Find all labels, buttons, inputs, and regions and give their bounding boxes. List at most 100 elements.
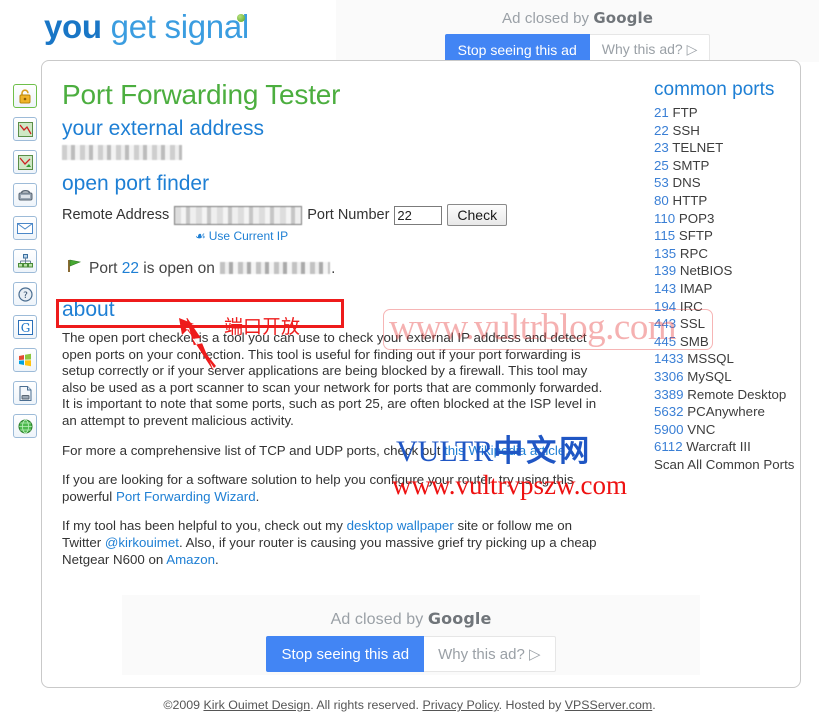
common-port-item[interactable]: 5900 VNC — [654, 421, 814, 439]
about-paragraph-3: If you are looking for a software soluti… — [62, 472, 607, 505]
common-port-name: SMTP — [668, 157, 710, 173]
port-forwarding-wizard-link[interactable]: Port Forwarding Wizard — [116, 489, 256, 504]
common-port-name: Warcraft III — [682, 439, 751, 455]
scan-all-common-ports-link[interactable]: Scan All Common Ports — [654, 456, 814, 474]
rail-item-chart-down[interactable] — [13, 117, 37, 141]
common-port-name: NetBIOS — [676, 263, 733, 279]
common-port-item[interactable]: 5632 PCAnywhere — [654, 403, 814, 421]
result-port-number: 22 — [121, 259, 139, 277]
logo-signal: signal — [164, 8, 250, 45]
footer-hosted-by: . Hosted by — [498, 698, 565, 712]
rail-item-envelope[interactable] — [13, 216, 37, 240]
open-port-finder-heading: open port finder — [62, 172, 210, 195]
rail-item-help[interactable]: ? — [13, 282, 37, 306]
result-prefix: Port — [89, 259, 122, 277]
annotation-chinese-note: 端口开放 — [224, 316, 301, 338]
result-suffix: . — [331, 259, 336, 277]
common-port-name: MSSQL — [683, 351, 734, 367]
about-heading: about — [62, 298, 115, 321]
common-port-item[interactable]: 25 SMTP — [654, 157, 814, 175]
common-port-item[interactable]: 21 FTP — [654, 104, 814, 122]
wikipedia-article-link[interactable]: this Wikipedia article — [444, 443, 565, 458]
common-ports-heading: common ports — [654, 79, 775, 100]
port-number-input[interactable] — [394, 205, 443, 225]
footer-host-link[interactable]: VPSServer.com — [565, 698, 652, 712]
common-port-name: MySQL — [683, 368, 732, 384]
common-port-number: 25 — [654, 157, 669, 173]
remote-address-label: Remote Address — [62, 207, 170, 223]
logo-dot-icon — [236, 14, 245, 22]
common-port-number: 80 — [654, 192, 669, 208]
footer-period: . — [652, 698, 656, 712]
rail-item-globe[interactable] — [13, 414, 37, 438]
remote-address-input[interactable] — [174, 205, 303, 225]
google-icon: G — [17, 319, 33, 335]
common-port-item[interactable]: 110 POP3 — [654, 210, 814, 228]
desktop-wallpaper-link[interactable]: desktop wallpaper — [347, 518, 454, 533]
rail-item-google[interactable]: G — [13, 315, 37, 339]
common-port-item[interactable]: 53 DNS — [654, 174, 814, 192]
p4-pre: If my tool has been helpful to you, chec… — [62, 518, 347, 534]
common-port-item[interactable]: 135 RPC — [654, 245, 814, 263]
common-port-number: 5900 — [654, 421, 684, 437]
site-logo[interactable]: you get signal — [44, 8, 249, 46]
common-port-item[interactable]: 445 SMB — [654, 333, 814, 351]
check-button[interactable]: Check — [447, 204, 508, 226]
common-port-item[interactable]: 139 NetBIOS — [654, 262, 814, 280]
windows-icon — [18, 353, 32, 367]
common-port-number: 6112 — [654, 439, 683, 455]
common-port-item[interactable]: 115 SFTP — [654, 227, 814, 245]
common-port-name: SSH — [668, 122, 700, 138]
common-port-item[interactable]: 194 IRC — [654, 298, 814, 316]
ad-closed-prefix-top: Ad closed by — [502, 10, 594, 27]
common-port-number: 5632 — [654, 404, 684, 420]
common-port-number: 115 — [654, 228, 676, 244]
common-port-number: 3306 — [654, 368, 684, 384]
google-wordmark-top: Google — [593, 9, 653, 27]
footer-copyright: ©2009 — [163, 698, 204, 712]
stop-seeing-ad-button-bottom[interactable]: Stop seeing this ad — [266, 636, 425, 672]
common-port-number: 443 — [654, 316, 677, 332]
common-ports-panel: common ports 21 FTP 22 SSH 23 TELNET 25 SMT… — [654, 79, 814, 473]
common-port-number: 445 — [654, 333, 677, 349]
rail-item-padlock[interactable] — [13, 84, 37, 108]
svg-text:?: ? — [23, 291, 28, 301]
chart-down-icon — [17, 121, 33, 137]
external-address-heading: your external address — [62, 117, 264, 140]
result-middle: is open on — [138, 259, 220, 277]
common-port-item[interactable]: 6112 Warcraft III — [654, 438, 814, 456]
flag-icon: ☙ — [195, 229, 206, 243]
amazon-link[interactable]: Amazon — [166, 552, 215, 567]
rail-item-phone[interactable] — [13, 183, 37, 207]
common-port-number: 23 — [654, 140, 669, 156]
common-port-item[interactable]: 443 SSL — [654, 315, 814, 333]
why-this-ad-button-bottom[interactable]: Why this ad? ▷ — [424, 636, 556, 672]
common-port-number: 53 — [654, 175, 669, 191]
footer-privacy-link[interactable]: Privacy Policy — [422, 698, 498, 712]
rail-item-document[interactable] — [13, 381, 37, 405]
common-port-item[interactable]: 1433 MSSQL — [654, 350, 814, 368]
common-port-name: SMB — [676, 333, 709, 349]
common-port-name: TELNET — [668, 140, 724, 156]
common-port-item[interactable]: 80 HTTP — [654, 192, 814, 210]
common-port-item[interactable]: 3389 Remote Desktop — [654, 386, 814, 404]
rail-item-chart-share[interactable] — [13, 150, 37, 174]
footer-design-link[interactable]: Kirk Ouimet Design — [203, 698, 310, 712]
result-ip-redacted — [220, 261, 331, 274]
twitter-handle-link[interactable]: @kirkouimet — [105, 535, 179, 550]
common-port-item[interactable]: 23 TELNET — [654, 139, 814, 157]
use-current-ip-row: ☙ Use Current IP — [195, 229, 607, 243]
port-finder-form: Remote Address Port Number Check — [62, 204, 607, 226]
common-port-number: 110 — [654, 210, 676, 226]
rail-item-network[interactable] — [13, 249, 37, 273]
common-port-item[interactable]: 3306 MySQL — [654, 368, 814, 386]
rail-item-windows[interactable] — [13, 348, 37, 372]
common-port-name: POP3 — [675, 210, 715, 226]
ad-slot-top: Ad closed by Google Stop seeing this ad … — [336, 0, 819, 65]
common-port-name: IRC — [676, 298, 703, 314]
ad-buttons-bottom: Stop seeing this ad Why this ad? ▷ — [122, 636, 700, 672]
common-port-item[interactable]: 22 SSH — [654, 122, 814, 140]
use-current-ip-link[interactable]: Use Current IP — [209, 229, 288, 243]
common-port-name: DNS — [668, 175, 701, 191]
common-port-item[interactable]: 143 IMAP — [654, 280, 814, 298]
